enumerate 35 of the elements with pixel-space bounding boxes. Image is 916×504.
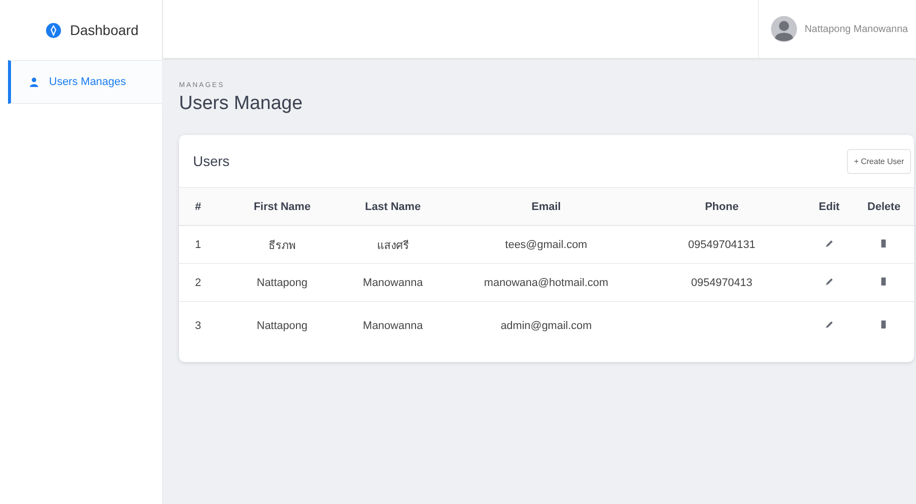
table-cell: Manowanna [362,276,423,288]
card-title: Users [193,153,230,169]
avatar-icon [770,16,797,42]
table-cell: tees@gmail.com [505,238,588,250]
sidebar-item[interactable]: Users Manages [8,60,162,104]
table-cell: 0954970413 [691,276,752,288]
column-header: Delete [854,188,914,226]
table-cell: Nattapong [256,276,308,288]
brand-name: Dashboard [70,22,138,38]
table-cell: 2 [195,276,202,288]
trash-icon[interactable] [879,276,888,286]
table-cell: Nattapong [256,320,308,332]
page-title: Users Manage [179,93,304,115]
column-header: # [179,188,232,226]
pencil-icon[interactable] [824,238,834,248]
table-cell: admin@gmail.com [500,320,592,332]
table-cell: manowana@hotmail.com [484,276,608,288]
table-cell: Manowanna [362,320,423,332]
column-header: Last Name [332,188,454,226]
logo-icon [46,22,61,38]
column-header: Email [453,188,640,226]
column-header: Phone [639,188,804,226]
create-user-button[interactable]: + Create User [846,148,911,174]
table-cell: 3 [195,320,202,332]
table-cell: 1 [195,238,202,250]
table-cell: 09549704131 [688,238,756,250]
column-header: First Name [232,188,332,226]
trash-icon[interactable] [879,238,888,248]
user-icon [29,77,39,87]
table-cell: ธีรภพ [268,240,296,252]
pencil-icon[interactable] [824,320,834,329]
table-cell: แสงศรี [376,240,409,252]
trash-icon[interactable] [879,320,888,329]
column-header: Edit [804,188,854,226]
pencil-icon[interactable] [824,276,834,286]
